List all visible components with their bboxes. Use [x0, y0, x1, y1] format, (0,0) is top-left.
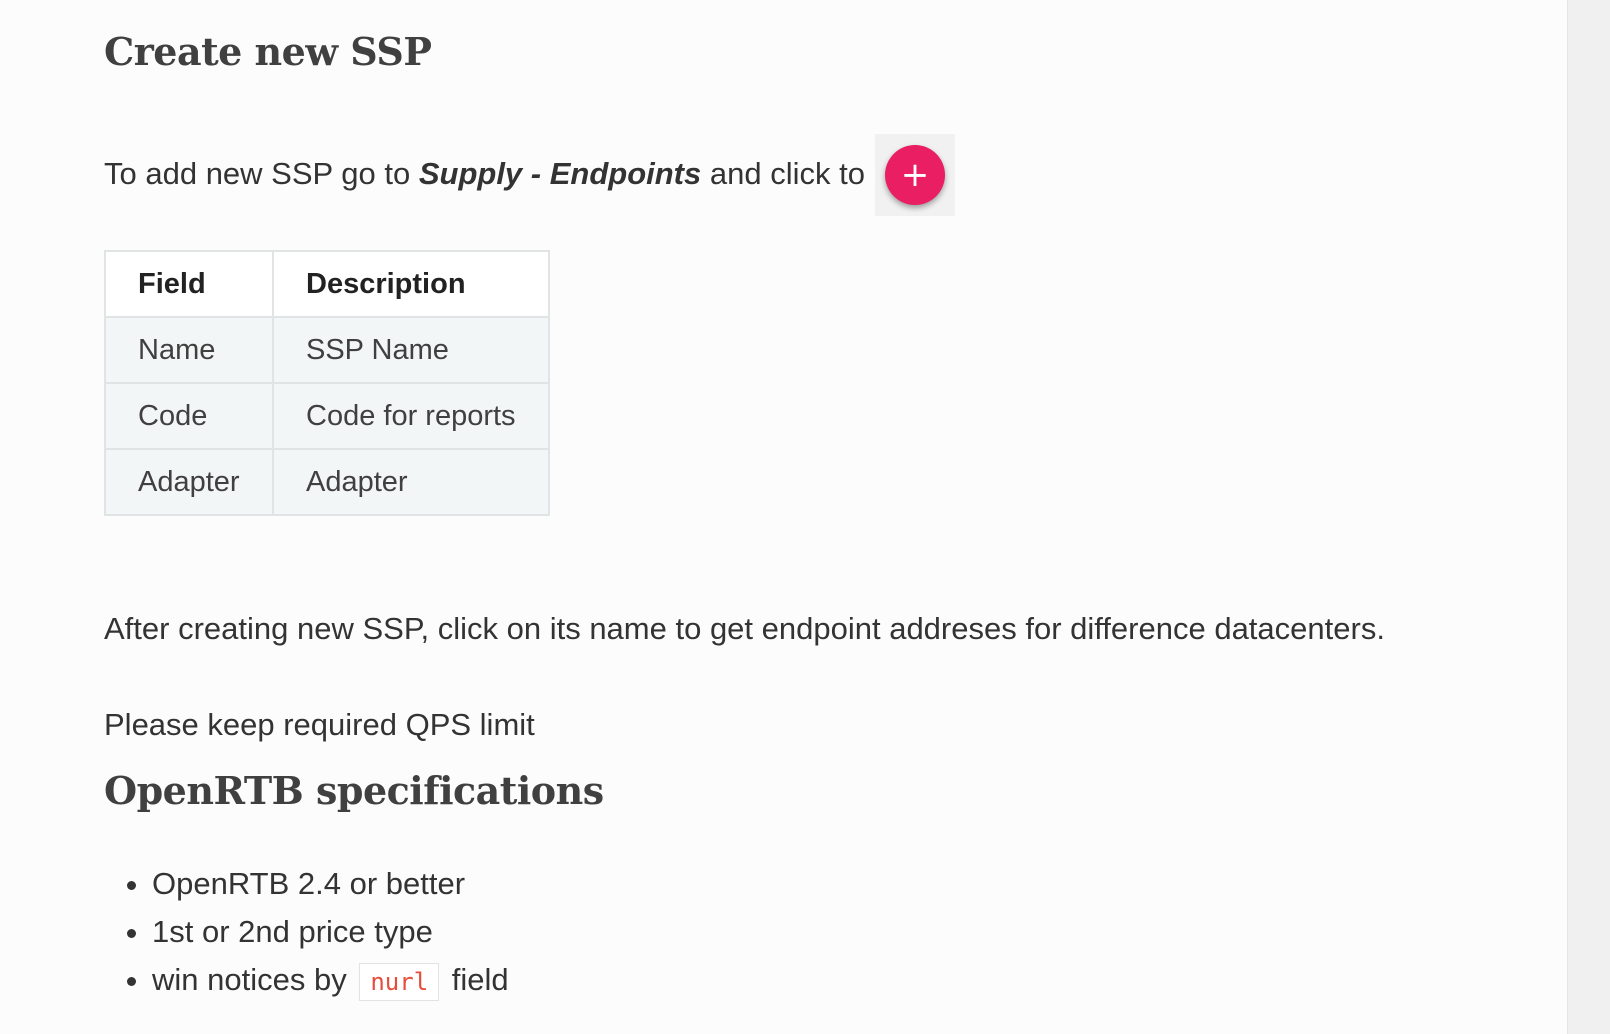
create-ssp-heading: Create new SSP — [104, 29, 432, 74]
header-description: Description — [272, 250, 550, 318]
table-row: Name SSP Name — [104, 316, 550, 384]
scrollbar-track[interactable] — [1567, 0, 1610, 1034]
intro-paragraph: To add new SSP go to Supply - Endpoints … — [104, 132, 955, 216]
field-cell: Name — [104, 316, 274, 384]
table-row: Code Code for reports — [104, 382, 550, 450]
plus-icon[interactable]: + — [884, 145, 945, 205]
intro-text-after: and click to — [701, 156, 865, 191]
intro-text-before: To add new SSP go to — [104, 156, 419, 191]
list-item: OpenRTB 2.4 or better — [152, 860, 509, 908]
list-item: win notices by nurl field — [152, 956, 509, 1006]
description-cell: Code for reports — [272, 382, 550, 450]
field-cell: Code — [104, 382, 274, 450]
description-cell: SSP Name — [272, 316, 550, 384]
add-button-screenshot: + — [874, 134, 955, 216]
table-row: Adapter Adapter — [104, 448, 550, 516]
field-cell: Adapter — [104, 448, 274, 516]
nurl-code: nurl — [359, 963, 440, 1001]
win-notice-text-after: field — [451, 962, 509, 997]
table-header-row: Field Description — [104, 250, 550, 318]
openrtb-heading: OpenRTB specifications — [104, 768, 604, 813]
win-notice-text-before: win notices by — [152, 962, 347, 997]
after-creating-paragraph: After creating new SSP, click on its nam… — [104, 611, 1385, 646]
list-item: 1st or 2nd price type — [152, 908, 509, 956]
header-field: Field — [104, 250, 274, 318]
qps-paragraph: Please keep required QPS limit — [104, 707, 535, 742]
fields-table: Field Description Name SSP Name Code Cod… — [104, 250, 550, 516]
openrtb-spec-list: OpenRTB 2.4 or better 1st or 2nd price t… — [104, 860, 509, 1006]
supply-endpoints-text: Supply - Endpoints — [418, 156, 702, 191]
description-cell: Adapter — [272, 448, 550, 516]
